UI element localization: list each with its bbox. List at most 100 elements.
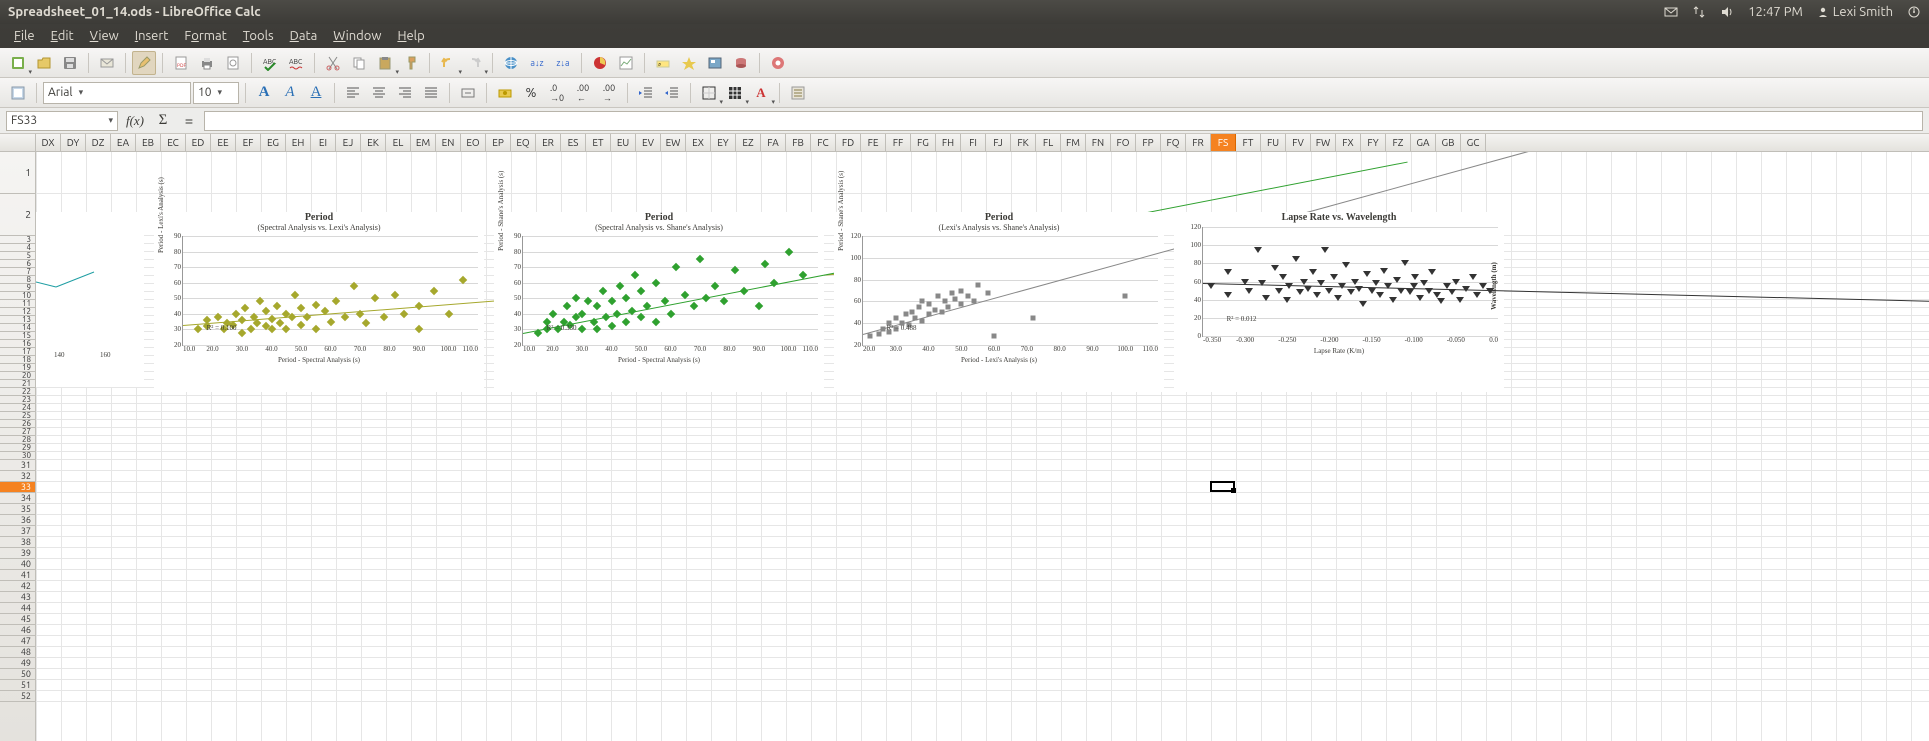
- col-header-EN[interactable]: EN: [436, 134, 461, 151]
- row-header-41[interactable]: 41: [0, 570, 35, 581]
- col-header-ER[interactable]: ER: [536, 134, 561, 151]
- mail-indicator[interactable]: [1664, 5, 1678, 19]
- col-header-FM[interactable]: FM: [1061, 134, 1086, 151]
- col-header-FA[interactable]: FA: [761, 134, 786, 151]
- email-button[interactable]: [95, 51, 119, 75]
- menu-format[interactable]: Format: [176, 27, 234, 45]
- italic-button[interactable]: A: [278, 81, 302, 105]
- row-header-48[interactable]: 48: [0, 647, 35, 658]
- chart-period-spectral-lexi[interactable]: Period(Spectral Analysis vs. Lexi's Anal…: [154, 212, 484, 392]
- col-header-EX[interactable]: EX: [686, 134, 711, 151]
- row-header-44[interactable]: 44: [0, 603, 35, 614]
- row-header-49[interactable]: 49: [0, 658, 35, 669]
- row-header-37[interactable]: 37: [0, 526, 35, 537]
- col-header-EM[interactable]: EM: [411, 134, 436, 151]
- standard-format-button[interactable]: .0→0: [545, 81, 569, 105]
- col-header-DX[interactable]: DX: [36, 134, 61, 151]
- autospell-button[interactable]: ABC: [284, 51, 308, 75]
- name-box[interactable]: FS33▾: [6, 111, 118, 131]
- col-header-FJ[interactable]: FJ: [986, 134, 1011, 151]
- col-header-GC[interactable]: GC: [1461, 134, 1486, 151]
- col-header-EU[interactable]: EU: [611, 134, 636, 151]
- help-button[interactable]: [766, 51, 790, 75]
- navigator-button[interactable]: [677, 51, 701, 75]
- edit-mode-button[interactable]: [132, 51, 156, 75]
- find-button[interactable]: ⌕: [651, 51, 675, 75]
- col-header-FD[interactable]: FD: [836, 134, 861, 151]
- bgcolor-button[interactable]: ▾: [723, 81, 747, 105]
- menu-view[interactable]: View: [82, 27, 127, 45]
- cut-button[interactable]: [321, 51, 345, 75]
- row-header-31[interactable]: 31: [0, 460, 35, 471]
- sound-indicator[interactable]: [1720, 5, 1734, 19]
- align-right-button[interactable]: [393, 81, 417, 105]
- sort-asc-button[interactable]: a↓z: [525, 51, 549, 75]
- col-header-EW[interactable]: EW: [661, 134, 686, 151]
- hyperlink-button[interactable]: [499, 51, 523, 75]
- col-header-FS[interactable]: FS: [1211, 134, 1236, 151]
- col-header-EY[interactable]: EY: [711, 134, 736, 151]
- col-header-FU[interactable]: FU: [1261, 134, 1286, 151]
- col-header-FF[interactable]: FF: [886, 134, 911, 151]
- col-header-FK[interactable]: FK: [1011, 134, 1036, 151]
- datasources-button[interactable]: [729, 51, 753, 75]
- gallery-button[interactable]: [703, 51, 727, 75]
- menu-tools[interactable]: Tools: [235, 27, 282, 45]
- align-justify-button[interactable]: [419, 81, 443, 105]
- col-header-EA[interactable]: EA: [111, 134, 136, 151]
- col-header-FB[interactable]: FB: [786, 134, 811, 151]
- col-header-FZ[interactable]: FZ: [1386, 134, 1411, 151]
- align-center-button[interactable]: [367, 81, 391, 105]
- increase-indent-button[interactable]: [660, 81, 684, 105]
- menu-help[interactable]: Help: [389, 27, 432, 45]
- network-indicator[interactable]: [1692, 5, 1706, 19]
- show-draw-button[interactable]: [614, 51, 638, 75]
- col-header-DZ[interactable]: DZ: [86, 134, 111, 151]
- row-header-2[interactable]: 2: [0, 194, 35, 236]
- col-header-EC[interactable]: EC: [161, 134, 186, 151]
- col-header-ED[interactable]: ED: [186, 134, 211, 151]
- row-header-34[interactable]: 34: [0, 493, 35, 504]
- row-header-40[interactable]: 40: [0, 559, 35, 570]
- col-header-EB[interactable]: EB: [136, 134, 161, 151]
- conditional-button[interactable]: [786, 81, 810, 105]
- col-header-EQ[interactable]: EQ: [511, 134, 536, 151]
- row-header-42[interactable]: 42: [0, 581, 35, 592]
- equals-button[interactable]: =: [180, 112, 198, 129]
- redo-button[interactable]: ▾: [462, 51, 486, 75]
- col-header-FO[interactable]: FO: [1111, 134, 1136, 151]
- spellcheck-button[interactable]: ABC: [258, 51, 282, 75]
- row-header-36[interactable]: 36: [0, 515, 35, 526]
- chart-period-lexi-shane[interactable]: Period(Lexi's Analysis vs. Shane's Analy…: [834, 212, 1164, 392]
- col-header-EG[interactable]: EG: [261, 134, 286, 151]
- row-header-43[interactable]: 43: [0, 592, 35, 603]
- row-header-32[interactable]: 32: [0, 471, 35, 482]
- spreadsheet-area[interactable]: DXDYDZEAEBECEDEEEFEGEHEIEJEKELEMENEOEPEQ…: [0, 134, 1929, 741]
- row-header-30[interactable]: 30: [0, 452, 35, 460]
- col-header-FT[interactable]: FT: [1236, 134, 1261, 151]
- col-header-EP[interactable]: EP: [486, 134, 511, 151]
- col-header-EF[interactable]: EF: [236, 134, 261, 151]
- col-header-ET[interactable]: ET: [586, 134, 611, 151]
- align-left-button[interactable]: [341, 81, 365, 105]
- row-header-35[interactable]: 35: [0, 504, 35, 515]
- chart-button[interactable]: [588, 51, 612, 75]
- preview-button[interactable]: [221, 51, 245, 75]
- col-header-GA[interactable]: GA: [1411, 134, 1436, 151]
- row-header-1[interactable]: 1: [0, 152, 35, 194]
- bold-button[interactable]: A: [252, 81, 276, 105]
- clock[interactable]: 12:47 PM: [1748, 5, 1803, 19]
- col-header-FN[interactable]: FN: [1086, 134, 1111, 151]
- column-headers[interactable]: DXDYDZEAEBECEDEEEFEGEHEIEJEKELEMENEOEPEQ…: [36, 134, 1929, 152]
- col-header-FG[interactable]: FG: [911, 134, 936, 151]
- col-header-EH[interactable]: EH: [286, 134, 311, 151]
- col-header-FH[interactable]: FH: [936, 134, 961, 151]
- row-header-47[interactable]: 47: [0, 636, 35, 647]
- col-header-EK[interactable]: EK: [361, 134, 386, 151]
- col-header-FV[interactable]: FV: [1286, 134, 1311, 151]
- undo-button[interactable]: ▾: [436, 51, 460, 75]
- fx-button[interactable]: f(x): [124, 113, 146, 129]
- remove-decimal-button[interactable]: .00→: [597, 81, 621, 105]
- currency-button[interactable]: [493, 81, 517, 105]
- col-header-FP[interactable]: FP: [1136, 134, 1161, 151]
